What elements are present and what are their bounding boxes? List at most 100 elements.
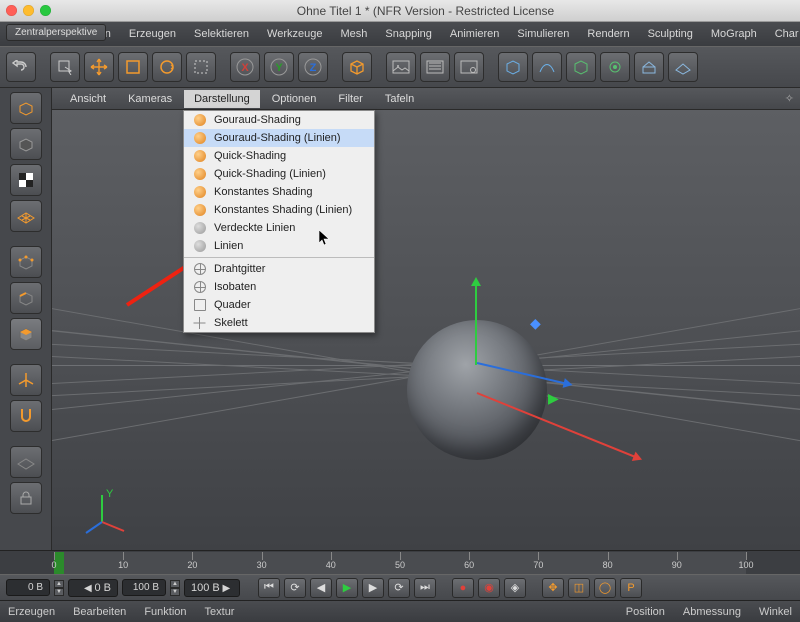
loop-button[interactable]: ⟳	[284, 578, 306, 598]
axis-tool-button[interactable]	[10, 364, 42, 396]
workplane-grid-button[interactable]	[10, 446, 42, 478]
workplane-button[interactable]	[10, 200, 42, 232]
cur-frame-stepper[interactable]: ▲▼	[170, 580, 180, 596]
cur-frame-field[interactable]: 100 B	[122, 579, 166, 596]
bottom-tab-textur[interactable]: Textur	[205, 606, 235, 618]
range-start-stepper[interactable]: ▲▼	[54, 580, 64, 596]
lasso-button[interactable]	[186, 52, 216, 82]
menu-simulieren[interactable]: Simulieren	[509, 25, 577, 43]
timeline[interactable]: 0102030405060708090100	[0, 550, 800, 574]
axis-y-button[interactable]: Y	[264, 52, 294, 82]
menu-selektieren[interactable]: Selektieren	[186, 25, 257, 43]
record-button[interactable]: ●	[452, 578, 474, 598]
menu-mesh[interactable]: Mesh	[332, 25, 375, 43]
square-icon	[194, 299, 206, 311]
dd-isobaten[interactable]: Isobaten	[184, 278, 374, 296]
play-button[interactable]: ▶	[336, 578, 358, 598]
autokey-button[interactable]: ◉	[478, 578, 500, 598]
render-view-button[interactable]	[386, 52, 416, 82]
render-pv-button[interactable]	[420, 52, 450, 82]
dd-quick-shading-linien[interactable]: Quick-Shading (Linien)	[184, 165, 374, 183]
close-window-icon[interactable]	[6, 5, 17, 16]
key-param-button[interactable]: P	[620, 578, 642, 598]
dd-quick-shading[interactable]: Quick-Shading	[184, 147, 374, 165]
wire-icon	[194, 281, 206, 293]
key-move-button[interactable]: ✥	[542, 578, 564, 598]
spline-pen-button[interactable]	[532, 52, 562, 82]
menu-rendern[interactable]: Rendern	[579, 25, 637, 43]
axis-z-button[interactable]: Z	[298, 52, 328, 82]
viewmenu-tafeln[interactable]: Tafeln	[375, 90, 424, 108]
timeline-ruler[interactable]: 0102030405060708090100	[54, 552, 746, 574]
prev-frame-field[interactable]: ◀ 0 B	[68, 579, 118, 597]
menu-mograph[interactable]: MoGraph	[703, 25, 765, 43]
key-scale-button[interactable]: ◫	[568, 578, 590, 598]
point-mode-button[interactable]	[10, 246, 42, 278]
menu-werkzeuge[interactable]: Werkzeuge	[259, 25, 330, 43]
menu-animieren[interactable]: Animieren	[442, 25, 508, 43]
dd-gouraud-shading-linien[interactable]: Gouraud-Shading (Linien)	[184, 129, 374, 147]
dd-drahtgitter[interactable]: Drahtgitter	[184, 260, 374, 278]
viewport-options-icon[interactable]: ✧	[785, 92, 800, 105]
menu-char[interactable]: Char	[767, 25, 800, 43]
lock-button[interactable]	[10, 482, 42, 514]
bottom-tab-bearbeiten[interactable]: Bearbeiten	[73, 606, 126, 618]
bottom-tab-funktion[interactable]: Funktion	[144, 606, 186, 618]
generator-button[interactable]	[566, 52, 596, 82]
live-select-button[interactable]	[50, 52, 80, 82]
dd-konstantes-shading[interactable]: Konstantes Shading	[184, 183, 374, 201]
menu-erzeugen[interactable]: Erzeugen	[121, 25, 184, 43]
axis-x-button[interactable]: X	[230, 52, 260, 82]
rotate-tool-button[interactable]	[152, 52, 182, 82]
move-tool-button[interactable]	[84, 52, 114, 82]
bottom-tabbar: Erzeugen Bearbeiten Funktion Textur Posi…	[0, 600, 800, 622]
viewmenu-ansicht[interactable]: Ansicht	[60, 90, 116, 108]
dd-konstantes-shading-linien[interactable]: Konstantes Shading (Linien)	[184, 201, 374, 219]
make-editable-button[interactable]	[10, 92, 42, 124]
dd-skelett[interactable]: Skelett	[184, 314, 374, 332]
null-object-button[interactable]	[498, 52, 528, 82]
mouse-cursor-icon	[319, 230, 331, 248]
viewmenu-optionen[interactable]: Optionen	[262, 90, 327, 108]
mini-axis-indicator: Y	[82, 487, 132, 540]
environment-button[interactable]	[634, 52, 664, 82]
viewmenu-darstellung[interactable]: Darstellung	[184, 90, 260, 108]
gizmo-handle-green[interactable]: ▶	[548, 390, 559, 407]
minimize-window-icon[interactable]	[23, 5, 34, 16]
viewmenu-filter[interactable]: Filter	[328, 90, 372, 108]
go-end-button[interactable]: ⏭	[414, 578, 436, 598]
prev-frame-button[interactable]: ◀	[310, 578, 332, 598]
dd-verdeckte-linien[interactable]: Verdeckte Linien	[184, 219, 374, 237]
bottom-tab-erzeugen[interactable]: Erzeugen	[8, 606, 55, 618]
sphere-object[interactable]	[407, 320, 547, 460]
dd-gouraud-shading[interactable]: Gouraud-Shading	[184, 111, 374, 129]
go-start-button[interactable]: ⏮	[258, 578, 280, 598]
menu-snapping[interactable]: Snapping	[377, 25, 440, 43]
next-frame-button[interactable]: ▶	[362, 578, 384, 598]
render-settings-button[interactable]	[454, 52, 484, 82]
ff-button[interactable]: ⟳	[388, 578, 410, 598]
viewmenu-kameras[interactable]: Kameras	[118, 90, 182, 108]
texture-mode-button[interactable]	[10, 164, 42, 196]
polygon-mode-button[interactable]	[10, 318, 42, 350]
gizmo-handle-blue[interactable]: ◆	[530, 315, 541, 332]
floor-button[interactable]	[668, 52, 698, 82]
range-start-field[interactable]: 0 B	[6, 579, 50, 596]
keyframe-sel-button[interactable]: ◈	[504, 578, 526, 598]
dd-quader[interactable]: Quader	[184, 296, 374, 314]
viewport[interactable]: ◆ ▶ Y	[52, 110, 800, 550]
snap-button[interactable]	[10, 400, 42, 432]
mini-axis-y-label: Y	[106, 488, 114, 500]
key-rotate-button[interactable]: ◯	[594, 578, 616, 598]
undo-button[interactable]	[6, 52, 36, 82]
edge-mode-button[interactable]	[10, 282, 42, 314]
next-frame-field[interactable]: 100 B ▶	[184, 579, 240, 597]
dd-linien[interactable]: Linien	[184, 237, 374, 255]
model-mode-button[interactable]	[10, 128, 42, 160]
cube-primitive-button[interactable]	[342, 52, 372, 82]
deformer-button[interactable]	[600, 52, 630, 82]
menu-sculpting[interactable]: Sculpting	[640, 25, 701, 43]
scale-tool-button[interactable]	[118, 52, 148, 82]
zoom-window-icon[interactable]	[40, 5, 51, 16]
axis-y-gizmo[interactable]	[475, 280, 477, 365]
